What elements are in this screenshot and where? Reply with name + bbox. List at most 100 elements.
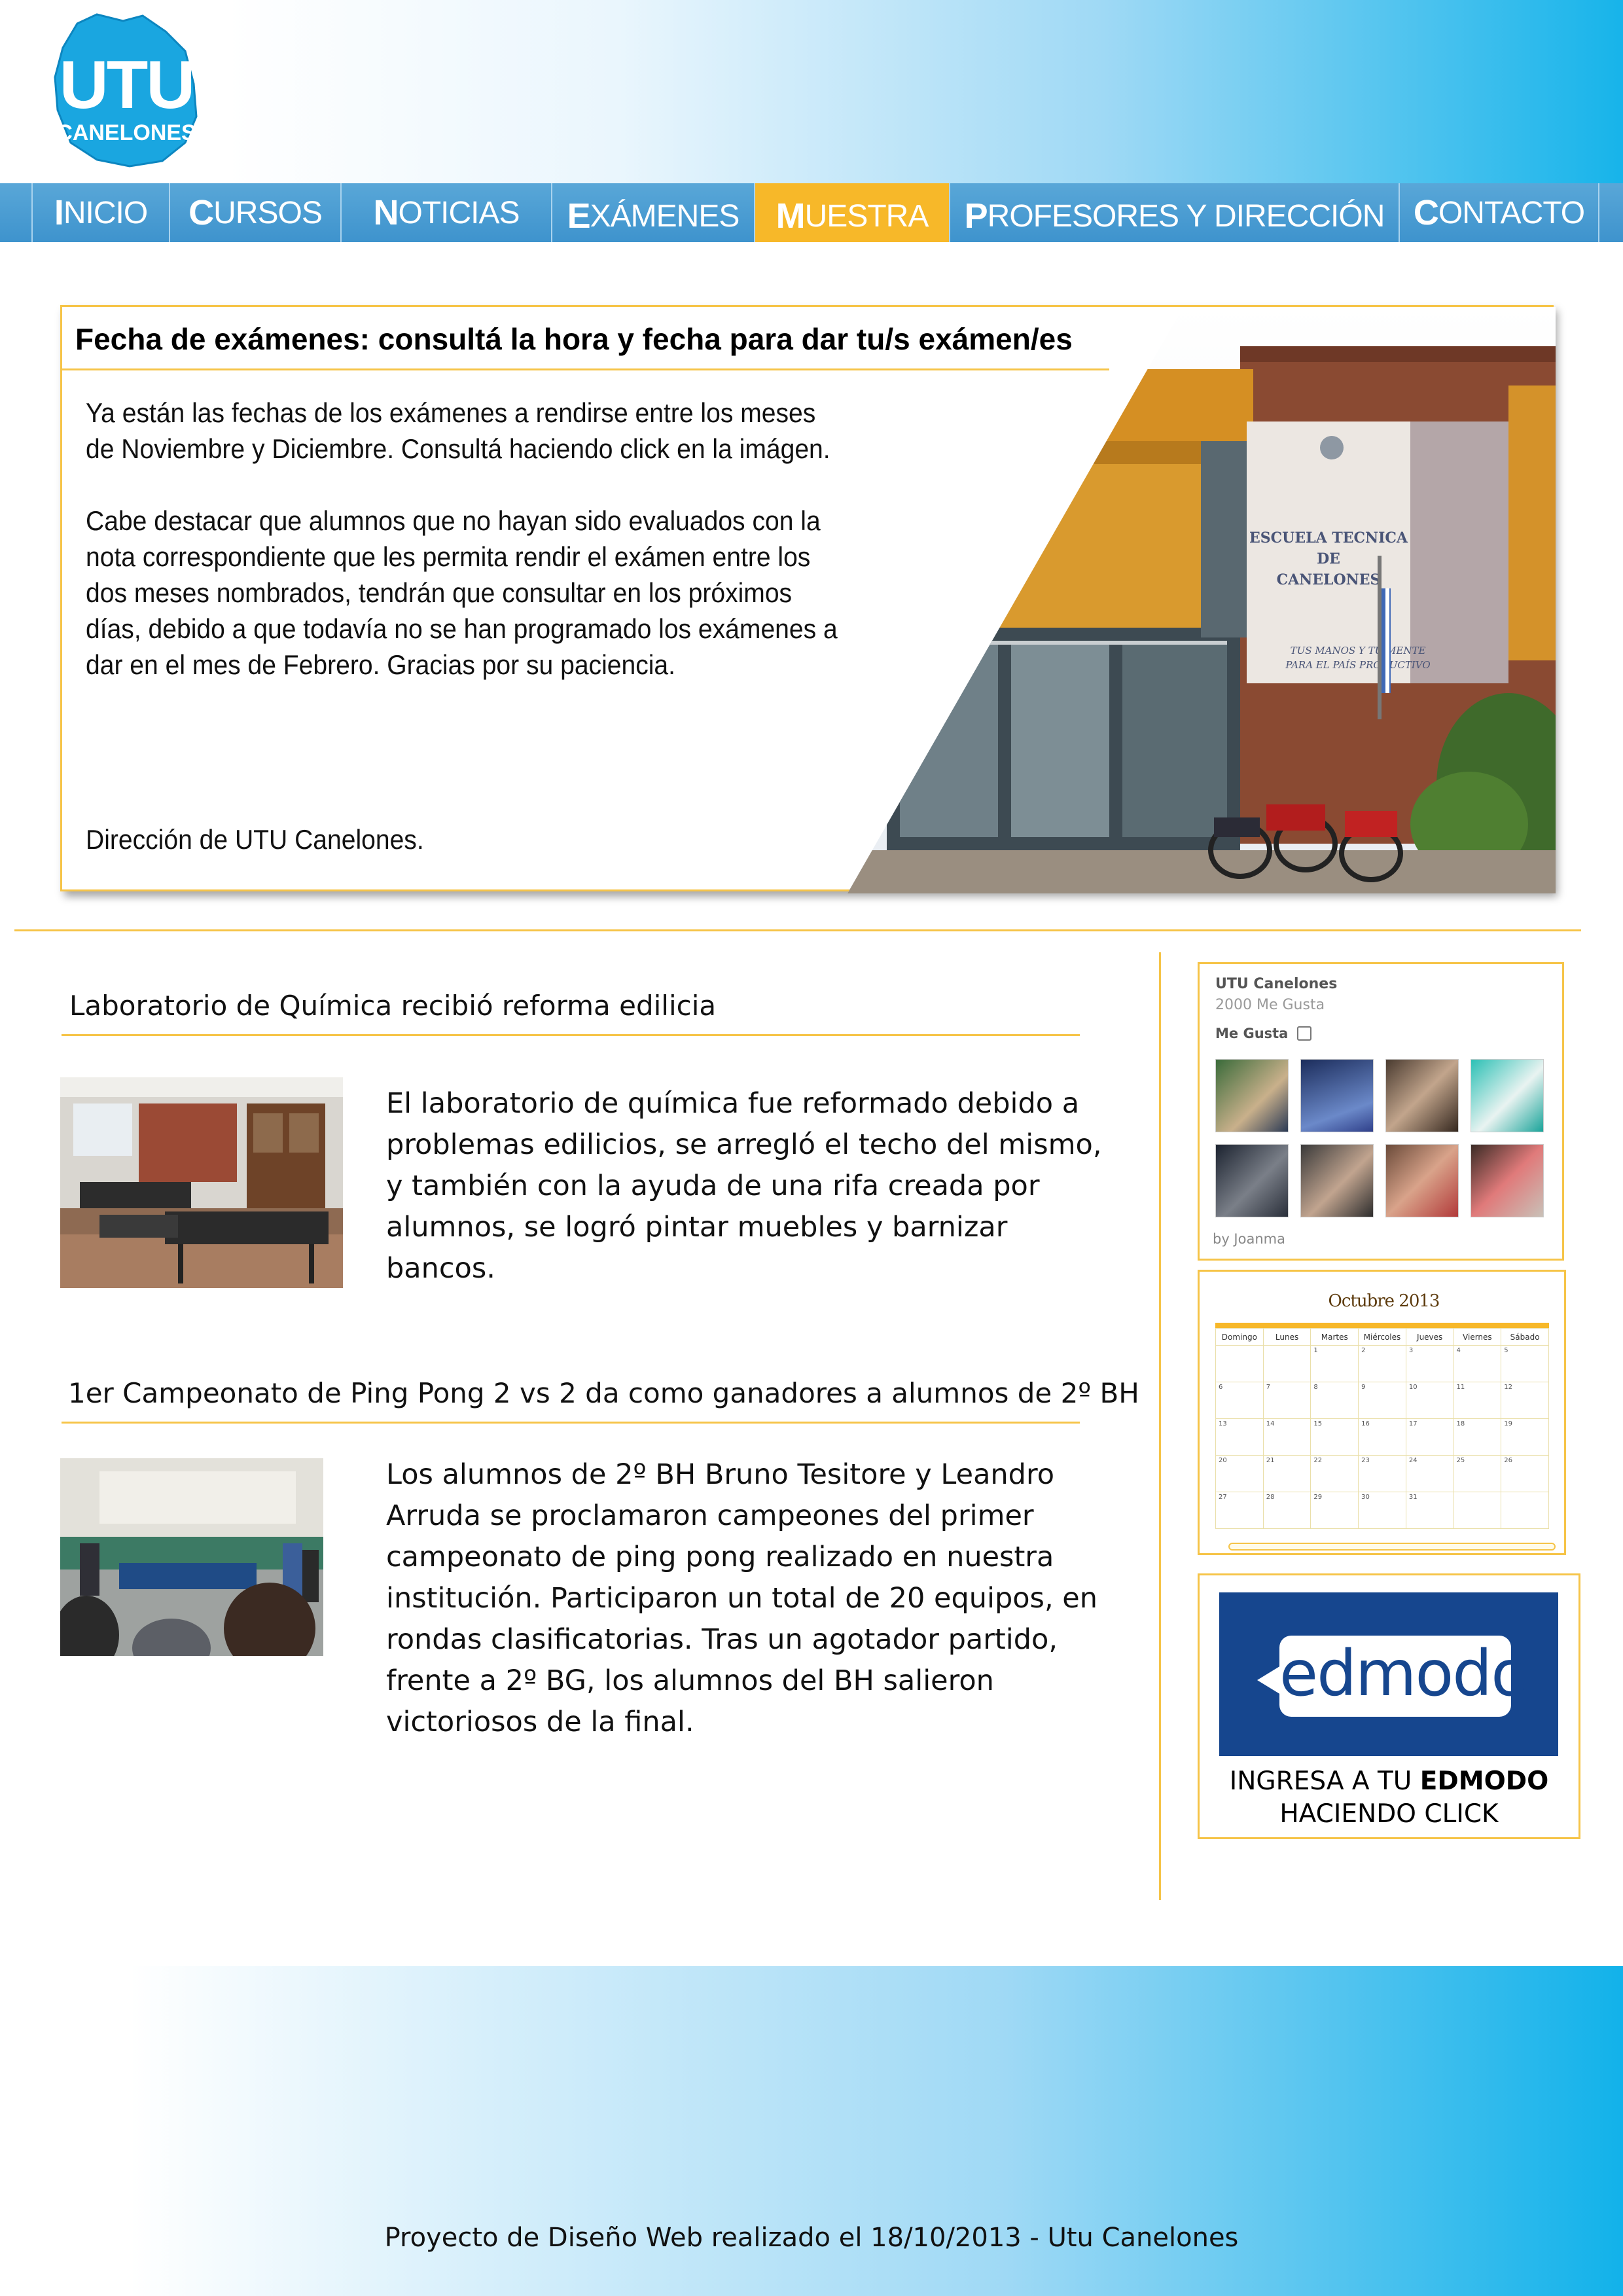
ping-pong-photo[interactable] — [60, 1458, 323, 1656]
edmodo-logo-word: edmodo — [1279, 1637, 1529, 1710]
utu-canelones-logo[interactable]: UTU CANELONES — [51, 12, 202, 169]
calendar-day-cell[interactable]: 3 — [1405, 1345, 1454, 1382]
calendar-day-cell[interactable]: 7 — [1262, 1382, 1311, 1419]
school-building-photo[interactable]: ESCUELA TECNICA DE CANELONES TUS MANOS Y… — [847, 307, 1556, 893]
calendar-day-cell[interactable] — [1262, 1345, 1311, 1382]
section-divider — [14, 929, 1581, 931]
news-title-pingpong[interactable]: 1er Campeonato de Ping Pong 2 vs 2 da co… — [68, 1377, 1139, 1409]
exam-dates-feature[interactable]: Fecha de exámenes: consultá la hora y fe… — [60, 305, 1556, 893]
edmodo-cta-prefix: INGRESA A TU — [1229, 1767, 1420, 1796]
nav-label-initial: M — [776, 196, 806, 236]
calendar-day-cell[interactable]: 25 — [1453, 1455, 1502, 1492]
fb-like-button[interactable]: Me Gusta — [1215, 1026, 1311, 1041]
fb-like-count: 2000 Me Gusta — [1215, 997, 1325, 1013]
calendar-day-cell[interactable]: 22 — [1310, 1455, 1359, 1492]
calendar-week-row: 13 14 15 16 17 18 19 — [1215, 1418, 1549, 1456]
calendar-day-header: Lunes — [1262, 1328, 1311, 1346]
main-nav: I NICIO C URSOS N OTICIAS E XÁMENES M UESTRA … — [0, 183, 1623, 242]
calendar-day-cell[interactable] — [1453, 1492, 1502, 1529]
fb-fan-avatar[interactable] — [1471, 1059, 1544, 1132]
chemistry-lab-photo[interactable] — [60, 1077, 343, 1288]
calendar-day-cell[interactable]: 14 — [1262, 1418, 1311, 1456]
calendar-day-cell[interactable]: 24 — [1405, 1455, 1454, 1492]
feature-paragraph-1: Ya están las fechas de los exámenes a re… — [86, 397, 830, 464]
nav-spacer — [0, 183, 33, 242]
feature-signature: Dirección de UTU Canelones. — [86, 824, 424, 855]
fb-fan-avatar[interactable] — [1385, 1144, 1459, 1217]
calendar-day-cell[interactable] — [1501, 1492, 1549, 1529]
fb-fan-avatar[interactable] — [1471, 1144, 1544, 1217]
calendar-day-cell[interactable]: 1 — [1310, 1345, 1359, 1382]
nav-item-profesores[interactable]: P ROFESORES Y DIRECCIÓN — [950, 183, 1400, 242]
edmodo-cta[interactable]: INGRESA A TU EDMODO HACIENDO CLICK — [1200, 1765, 1578, 1831]
calendar-week-row: 20 21 22 23 24 25 26 — [1215, 1455, 1549, 1492]
banner-line-1: ESCUELA TECNICA — [1249, 529, 1408, 547]
nav-label: URSOS — [213, 195, 323, 230]
site-header: UTU CANELONES — [0, 0, 1623, 183]
calendar-day-cell[interactable]: 26 — [1501, 1455, 1549, 1492]
banner-slogan-1: TUS MANOS Y TU MENTE — [1291, 645, 1426, 656]
fb-page-name[interactable]: UTU Canelones — [1215, 976, 1337, 992]
nav-label: ONTACTO — [1438, 195, 1585, 230]
speech-bubble-tail-icon — [1257, 1666, 1281, 1695]
thumbs-up-icon — [1296, 1026, 1311, 1041]
fb-fan-avatar[interactable] — [1385, 1059, 1459, 1132]
calendar-day-cell[interactable]: 18 — [1453, 1418, 1502, 1456]
calendar-day-header: Martes — [1310, 1328, 1359, 1346]
edmodo-cta-bold: EDMODO — [1419, 1767, 1549, 1796]
calendar-day-cell[interactable]: 11 — [1453, 1382, 1502, 1419]
nav-label: ROFESORES Y DIRECCIÓN — [987, 198, 1385, 234]
calendar-day-cell[interactable]: 28 — [1262, 1492, 1311, 1529]
calendar-day-cell[interactable]: 13 — [1215, 1418, 1264, 1456]
edmodo-link-box[interactable]: edmodo INGRESA A TU EDMODO HACIENDO CLIC… — [1198, 1573, 1580, 1839]
nav-label-initial: N — [373, 193, 399, 232]
nav-item-contacto[interactable]: C ONTACTO — [1400, 183, 1599, 242]
nav-item-noticias[interactable]: N OTICIAS — [342, 183, 552, 242]
nav-item-muestra[interactable]: M UESTRA — [755, 183, 950, 242]
calendar-day-cell[interactable]: 27 — [1215, 1492, 1264, 1529]
edmodo-cta-line2: HACIENDO CLICK — [1279, 1799, 1499, 1829]
nav-item-cursos[interactable]: C URSOS — [170, 183, 342, 242]
calendar-day-cell[interactable]: 21 — [1262, 1455, 1311, 1492]
nav-label: UESTRA — [804, 198, 929, 234]
calendar-day-cell[interactable]: 2 — [1358, 1345, 1406, 1382]
calendar-day-cell[interactable]: 23 — [1358, 1455, 1406, 1492]
calendar-week-row: 12345 — [1215, 1345, 1549, 1382]
calendar-day-cell[interactable]: 8 — [1310, 1382, 1359, 1419]
news-body-pingpong: Los alumnos de 2º BH Bruno Tesitore y Le… — [386, 1458, 1098, 1738]
calendar-day-cell[interactable]: 15 — [1310, 1418, 1359, 1456]
nav-label-initial: P — [964, 196, 988, 236]
calendar-widget: Octubre 2013 Domingo Lunes Martes Miérco… — [1198, 1270, 1566, 1555]
calendar-day-cell[interactable]: 9 — [1358, 1382, 1406, 1419]
calendar-day-header: Domingo — [1215, 1328, 1264, 1346]
calendar-day-cell[interactable]: 20 — [1215, 1455, 1264, 1492]
edmodo-logo[interactable]: edmodo — [1219, 1592, 1558, 1756]
calendar-day-cell[interactable] — [1215, 1345, 1264, 1382]
calendar-day-cell[interactable]: 19 — [1501, 1418, 1549, 1456]
calendar-day-cell[interactable]: 17 — [1405, 1418, 1454, 1456]
nav-label-initial: E — [567, 196, 591, 236]
fb-fan-avatar[interactable] — [1215, 1144, 1289, 1217]
calendar-day-cell[interactable]: 30 — [1358, 1492, 1406, 1529]
calendar-day-cell[interactable]: 12 — [1501, 1382, 1549, 1419]
calendar-grid: Domingo Lunes Martes Miércoles Jueves Vi… — [1215, 1328, 1549, 1529]
calendar-day-cell[interactable]: 29 — [1310, 1492, 1359, 1529]
calendar-day-cell[interactable]: 6 — [1215, 1382, 1264, 1419]
calendar-scrollbar[interactable] — [1228, 1543, 1556, 1551]
calendar-day-cell[interactable]: 5 — [1501, 1345, 1549, 1382]
calendar-week-row: 6 7 8 9 10 11 12 — [1215, 1382, 1549, 1419]
fb-credit[interactable]: by Joanma — [1213, 1231, 1285, 1247]
calendar-day-cell[interactable]: 4 — [1453, 1345, 1502, 1382]
nav-item-inicio[interactable]: I NICIO — [33, 183, 170, 242]
nav-item-examenes[interactable]: E XÁMENES — [552, 183, 755, 242]
calendar-day-cell[interactable]: 31 — [1405, 1492, 1454, 1529]
banner-line-3: CANELONES — [1277, 571, 1381, 588]
fb-fan-avatar[interactable] — [1300, 1059, 1374, 1132]
calendar-day-header: Miércoles — [1358, 1328, 1406, 1346]
fb-fan-avatar[interactable] — [1300, 1144, 1374, 1217]
calendar-day-cell[interactable]: 10 — [1405, 1382, 1454, 1419]
calendar-day-header: Viernes — [1453, 1328, 1502, 1346]
fb-fan-avatar[interactable] — [1215, 1059, 1289, 1132]
calendar-day-cell[interactable]: 16 — [1358, 1418, 1406, 1456]
news-title-lab[interactable]: Laboratorio de Química recibió reforma e… — [69, 990, 716, 1022]
